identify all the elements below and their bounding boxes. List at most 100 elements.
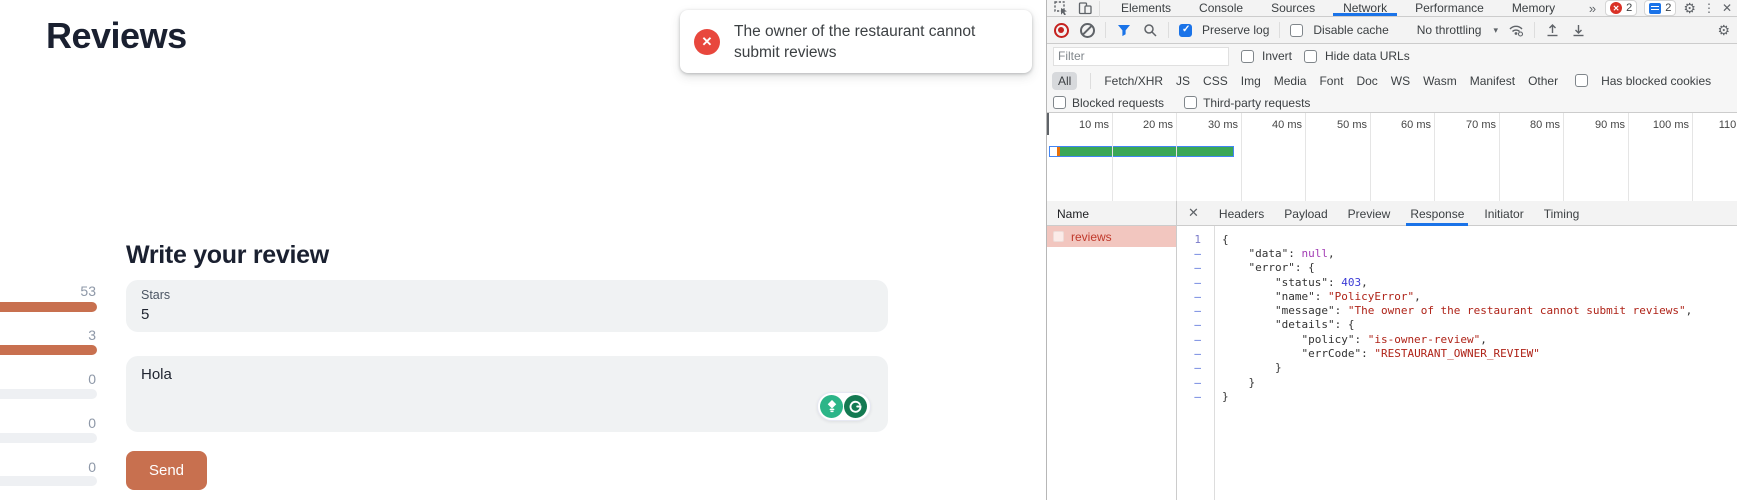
device-toolbar-icon[interactable] xyxy=(1077,0,1093,16)
tab-performance[interactable]: Performance xyxy=(1401,0,1498,16)
line-number: 1 xyxy=(1177,233,1214,246)
suggestion-bulb-icon[interactable] xyxy=(820,395,843,418)
response-tab-preview[interactable]: Preview xyxy=(1348,201,1391,226)
type-filter-manifest[interactable]: Manifest xyxy=(1470,74,1515,88)
fold-marker[interactable]: – xyxy=(1177,261,1214,274)
network-overview-timeline[interactable]: 10 ms20 ms30 ms40 ms50 ms60 ms70 ms80 ms… xyxy=(1047,113,1737,202)
invert-label: Invert xyxy=(1262,49,1292,63)
network-conditions-icon[interactable] xyxy=(1508,22,1524,38)
type-filter-img[interactable]: Img xyxy=(1241,74,1261,88)
hide-data-urls-checkbox[interactable] xyxy=(1304,50,1317,63)
code-token: 403 xyxy=(1341,276,1361,289)
timeline-tick-label: 10 ms xyxy=(1049,119,1109,131)
type-filter-css[interactable]: CSS xyxy=(1203,74,1228,88)
type-filter-all[interactable]: All xyxy=(1052,72,1077,90)
type-filter-font[interactable]: Font xyxy=(1319,74,1343,88)
grammarly-icon[interactable] xyxy=(844,395,867,418)
waterfall-waiting-segment xyxy=(1050,147,1057,156)
toolbar-separator xyxy=(1105,22,1106,38)
response-tab-payload[interactable]: Payload xyxy=(1284,201,1327,226)
tab-network[interactable]: Network xyxy=(1329,0,1401,16)
fold-marker[interactable]: – xyxy=(1177,361,1214,374)
code-line: – "details": { xyxy=(1177,318,1737,332)
search-icon[interactable] xyxy=(1142,22,1158,38)
code-text: "details": { xyxy=(1214,318,1354,331)
tab-elements[interactable]: Elements xyxy=(1107,0,1185,16)
timeline-gridline xyxy=(1434,113,1435,201)
response-tab-timing[interactable]: Timing xyxy=(1544,201,1580,226)
fold-marker[interactable]: – xyxy=(1177,318,1214,331)
type-filter-js[interactable]: JS xyxy=(1176,74,1190,88)
rating-bar xyxy=(0,433,97,443)
type-filter-fetchxhr[interactable]: Fetch/XHR xyxy=(1104,74,1163,88)
throttling-select[interactable]: No throttling xyxy=(1417,23,1482,37)
type-filter-media[interactable]: Media xyxy=(1274,74,1307,88)
response-tab-response[interactable]: Response xyxy=(1410,201,1464,226)
fold-marker[interactable]: – xyxy=(1177,304,1214,317)
hide-data-urls-label: Hide data URLs xyxy=(1325,49,1410,63)
code-text: { xyxy=(1214,233,1229,246)
send-button[interactable]: Send xyxy=(126,451,207,490)
name-column-header[interactable]: Name xyxy=(1047,201,1176,226)
review-text: Hola xyxy=(141,366,172,383)
inspect-element-icon[interactable] xyxy=(1053,0,1069,16)
type-filter-doc[interactable]: Doc xyxy=(1356,74,1377,88)
has-blocked-cookies-checkbox[interactable] xyxy=(1575,74,1588,87)
tab-console[interactable]: Console xyxy=(1185,0,1257,16)
filter-funnel-icon[interactable] xyxy=(1116,22,1132,38)
close-request-details-icon[interactable]: ✕ xyxy=(1188,205,1199,221)
code-token: : xyxy=(1328,276,1341,289)
fold-marker[interactable]: – xyxy=(1177,247,1214,260)
fold-marker[interactable]: – xyxy=(1177,333,1214,346)
rating-bar xyxy=(0,476,97,486)
record-network-log-icon[interactable] xyxy=(1053,22,1069,38)
code-text: "message": "The owner of the restaurant … xyxy=(1214,304,1692,317)
screen: Reviews ✕ The owner of the restaurant ca… xyxy=(0,0,1737,500)
code-text: "errCode": "RESTAURANT_OWNER_REVIEW" xyxy=(1214,347,1540,360)
stars-field[interactable]: Stars 5 xyxy=(126,280,888,332)
tab-memory[interactable]: Memory xyxy=(1498,0,1569,16)
third-party-checkbox[interactable] xyxy=(1184,96,1197,109)
settings-gear-icon[interactable]: ⚙ xyxy=(1683,1,1696,15)
close-devtools-icon[interactable]: ✕ xyxy=(1722,1,1732,15)
fold-marker[interactable]: – xyxy=(1177,376,1214,389)
kebab-menu-icon[interactable]: ⋮ xyxy=(1703,1,1715,15)
message-count: 2 xyxy=(1665,2,1671,14)
more-tabs-icon[interactable]: » xyxy=(1589,1,1594,16)
invert-checkbox[interactable] xyxy=(1241,50,1254,63)
disable-cache-checkbox[interactable] xyxy=(1290,24,1303,37)
code-text: } xyxy=(1214,361,1282,374)
rating-count: 0 xyxy=(0,459,96,475)
fold-marker[interactable]: – xyxy=(1177,290,1214,303)
throttling-dropdown-icon[interactable]: ▾ xyxy=(1493,25,1498,36)
blocked-requests-checkbox[interactable] xyxy=(1053,96,1066,109)
request-file-icon xyxy=(1053,231,1064,242)
timeline-tick-label: 40 ms xyxy=(1242,119,1302,131)
tab-sources[interactable]: Sources xyxy=(1257,0,1329,16)
rating-bar xyxy=(0,345,97,355)
type-filter-ws[interactable]: WS xyxy=(1391,74,1410,88)
request-row-reviews[interactable]: reviews xyxy=(1047,226,1176,247)
error-toast: ✕ The owner of the restaurant cannot sub… xyxy=(680,10,1032,73)
clear-network-log-icon[interactable] xyxy=(1079,22,1095,38)
error-count-badge[interactable]: ✕ 2 xyxy=(1605,0,1637,16)
console-message-badge[interactable]: 2 xyxy=(1644,0,1676,16)
type-filter-other[interactable]: Other xyxy=(1528,74,1558,88)
request-waterfall-bar[interactable] xyxy=(1049,146,1234,157)
code-token: , xyxy=(1480,333,1487,346)
export-har-icon[interactable] xyxy=(1571,22,1587,38)
fold-marker[interactable]: – xyxy=(1177,390,1214,403)
type-filter-separator xyxy=(1090,73,1091,89)
network-settings-gear-icon[interactable]: ⚙ xyxy=(1717,23,1730,37)
code-token: , xyxy=(1361,276,1368,289)
response-tab-headers[interactable]: Headers xyxy=(1219,201,1264,226)
fold-marker[interactable]: – xyxy=(1177,347,1214,360)
type-filter-wasm[interactable]: Wasm xyxy=(1423,74,1457,88)
import-har-icon[interactable] xyxy=(1545,22,1561,38)
review-textarea[interactable]: Hola xyxy=(126,356,888,432)
response-tab-initiator[interactable]: Initiator xyxy=(1484,201,1523,226)
fold-marker[interactable]: – xyxy=(1177,276,1214,289)
filter-input[interactable] xyxy=(1053,47,1229,66)
stars-label: Stars xyxy=(141,288,170,302)
preserve-log-checkbox[interactable] xyxy=(1179,24,1192,37)
